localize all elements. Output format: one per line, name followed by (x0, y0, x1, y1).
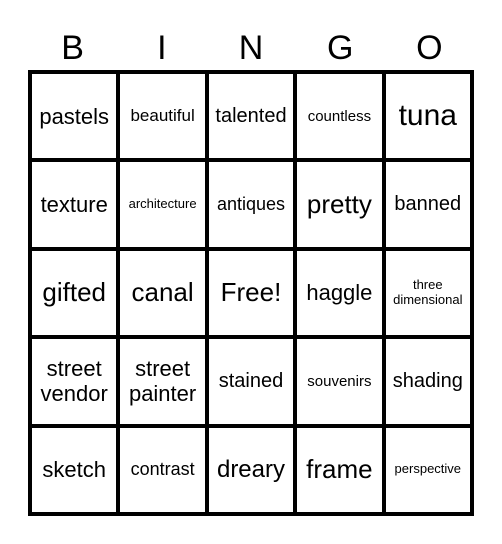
header-letter-i: I (157, 29, 167, 67)
bingo-cell[interactable]: dreary (208, 427, 294, 512)
header-letter-n: N (238, 29, 264, 67)
bingo-cell[interactable]: architecture (120, 162, 205, 247)
bingo-cell[interactable]: shading (385, 339, 470, 424)
header-letter-g: G (326, 29, 354, 67)
free-space-cell[interactable]: Free! (208, 250, 294, 336)
bingo-cell[interactable]: contrast (120, 427, 205, 512)
bingo-cell[interactable]: banned (385, 162, 470, 247)
bingo-cell[interactable]: street vendor (32, 339, 117, 424)
bingo-cell[interactable]: perspective (385, 427, 470, 512)
bingo-cell[interactable]: canal (120, 250, 205, 336)
bingo-cell[interactable]: beautiful (120, 74, 205, 159)
bingo-cell[interactable]: stained (208, 339, 294, 424)
bingo-cell[interactable]: texture (32, 162, 117, 247)
bingo-cell[interactable]: three dimensional (385, 250, 470, 336)
bingo-cell[interactable]: antiques (208, 162, 294, 247)
bingo-cell[interactable]: tuna (385, 74, 470, 159)
bingo-cell[interactable]: sketch (32, 427, 117, 512)
bingo-cell[interactable]: street painter (120, 339, 205, 424)
bingo-cell[interactable]: frame (297, 427, 382, 512)
bingo-cell[interactable]: gifted (32, 250, 117, 336)
bingo-cell[interactable]: talented (208, 74, 294, 159)
bingo-cell[interactable]: pastels (32, 74, 117, 159)
header-letter-b: B (61, 29, 84, 67)
bingo-cell[interactable]: pretty (297, 162, 382, 247)
bingo-cell[interactable]: souvenirs (297, 339, 382, 424)
header-letter-o: O (416, 29, 443, 67)
bingo-header: B I N G O (28, 26, 474, 70)
bingo-cell[interactable]: countless (297, 74, 382, 159)
bingo-grid: pastels beautiful talented countless tun… (28, 70, 474, 516)
bingo-cell[interactable]: haggle (297, 250, 382, 336)
